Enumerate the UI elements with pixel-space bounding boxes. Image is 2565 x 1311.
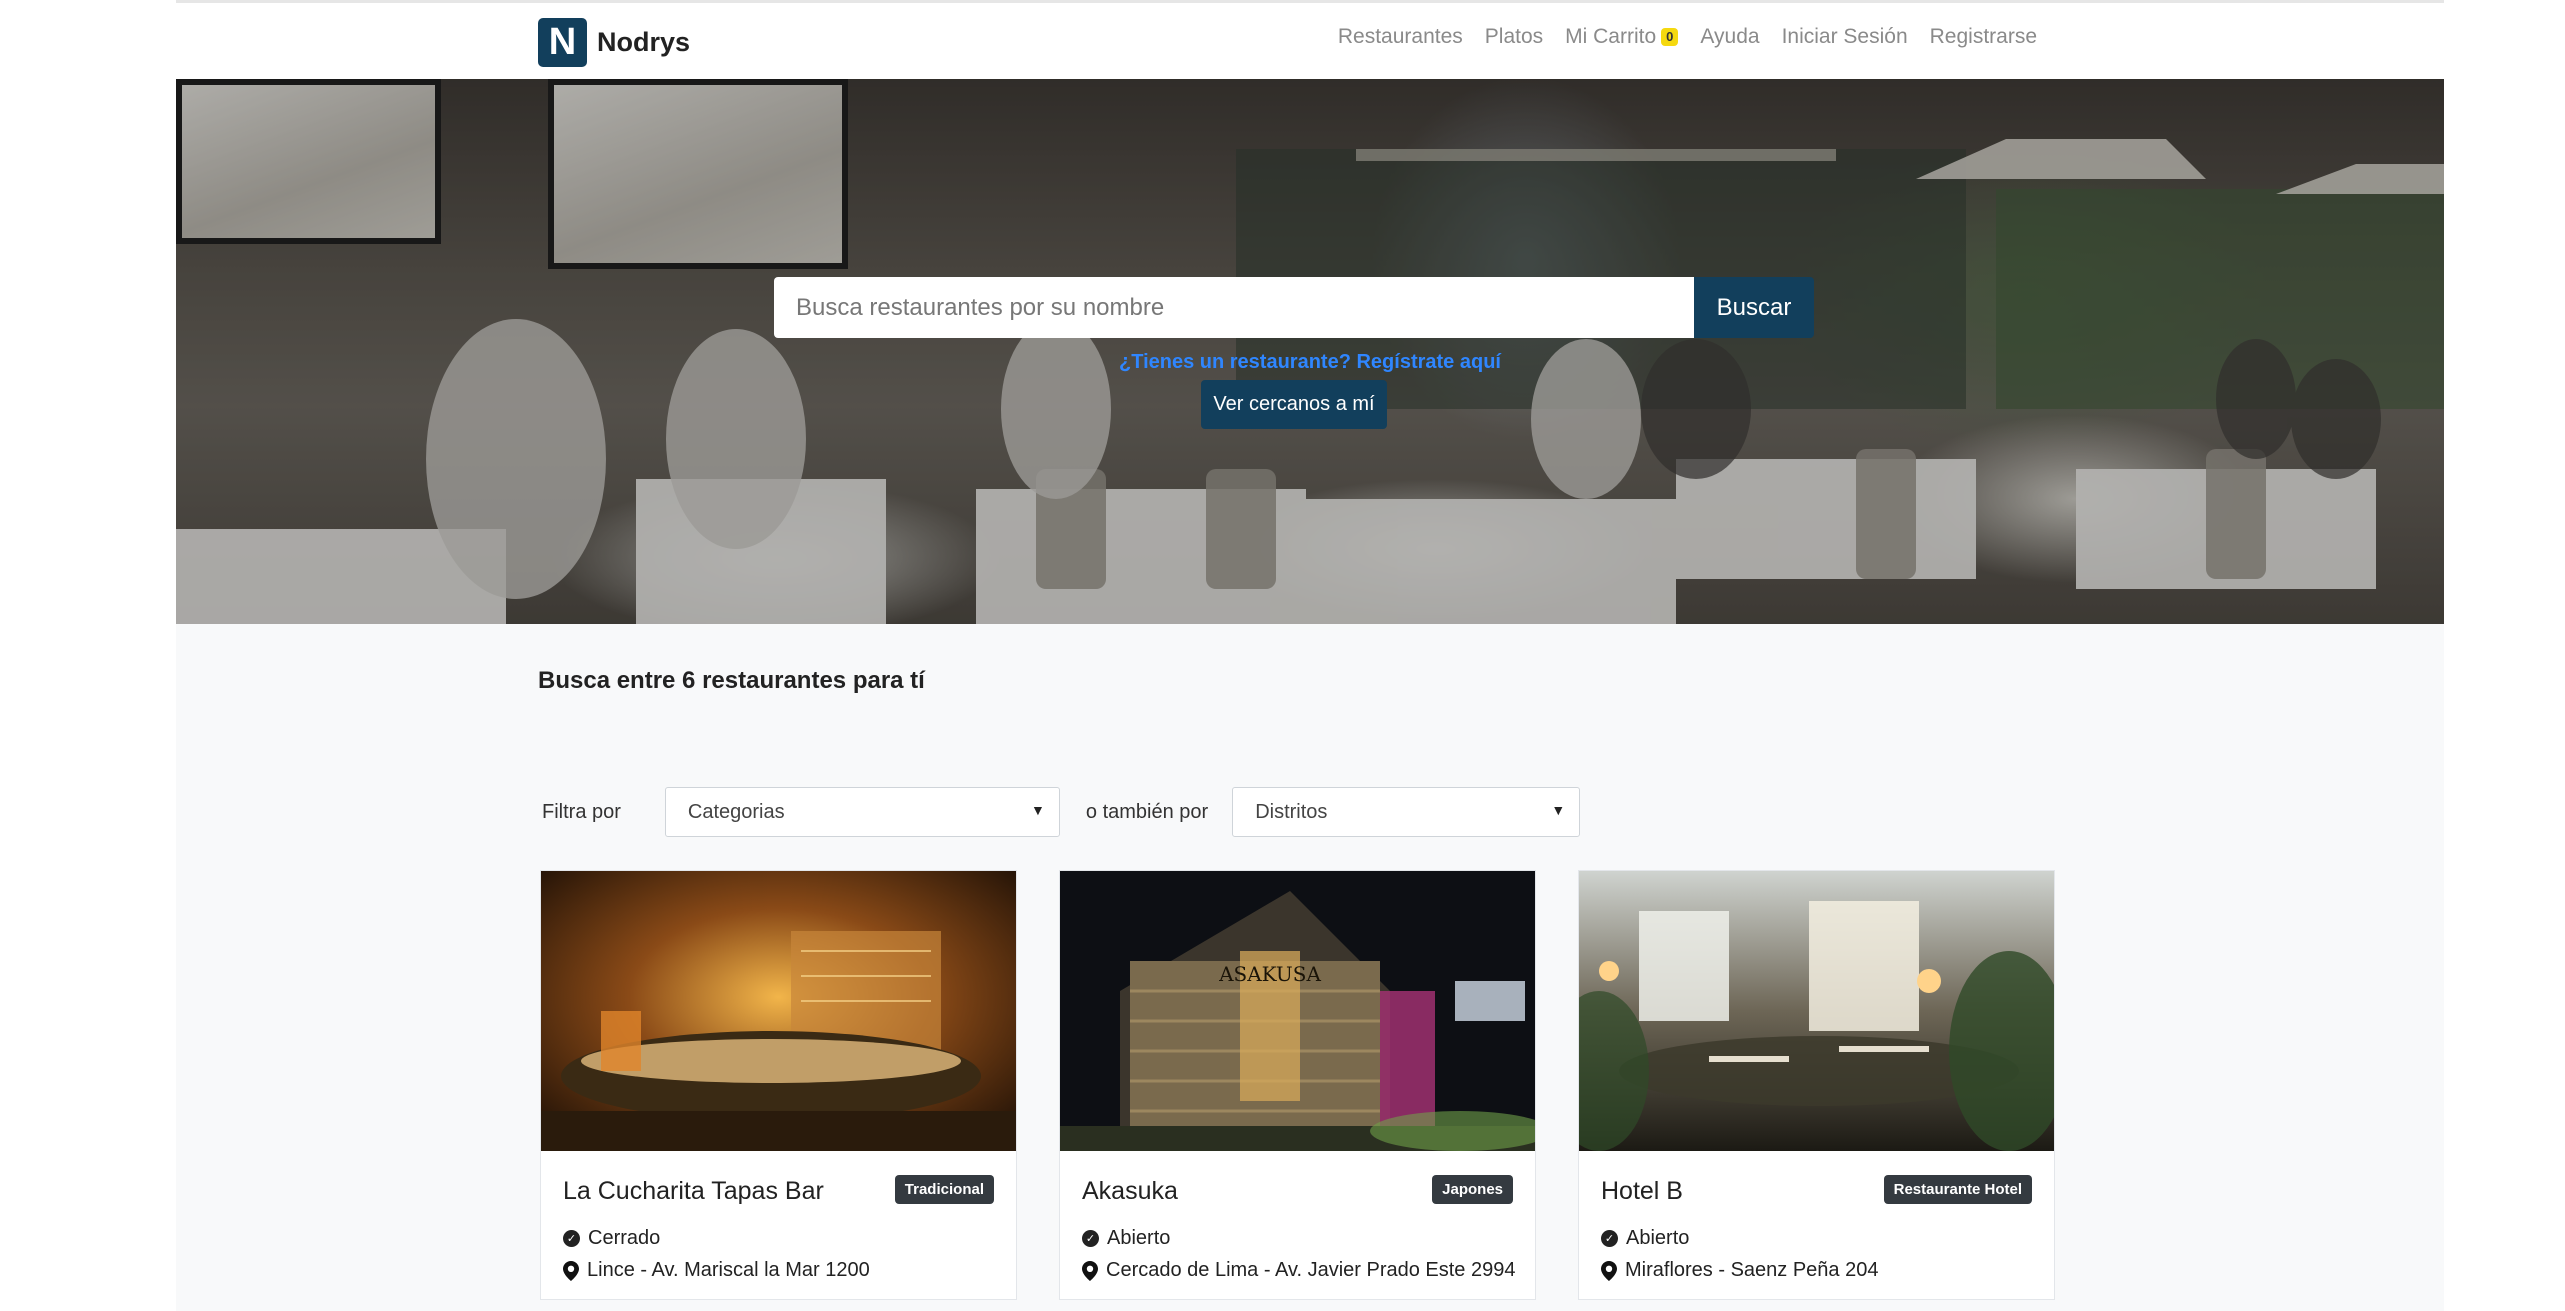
search-button[interactable]: Buscar: [1694, 277, 1814, 338]
sign-text: ASAKUSA: [1218, 962, 1321, 986]
category-badge: Tradicional: [894, 1175, 994, 1204]
category-badge: Restaurante Hotel: [1883, 1175, 2032, 1204]
filter-label-secondary: o también por: [1085, 800, 1209, 823]
status-line: ✓ Abierto: [1082, 1227, 1170, 1250]
nav-link-platos[interactable]: Platos: [1485, 25, 1543, 49]
restaurant-search-input[interactable]: [774, 277, 1694, 338]
nav-link-ayuda[interactable]: Ayuda: [1700, 25, 1759, 49]
restaurant-name[interactable]: Hotel B: [1601, 1177, 1683, 1206]
restaurant-card[interactable]: La Cucharita Tapas Bar Tradicional ✓ Cer…: [540, 870, 1017, 1300]
chevron-down-icon: ▼: [1031, 802, 1045, 818]
chevron-down-icon: ▼: [1551, 802, 1566, 818]
nav-link-mi-carrito-label: Mi Carrito: [1565, 25, 1657, 48]
restaurant-photo-art: [541, 871, 1016, 1151]
cart-count-badge: 0: [1661, 28, 1679, 46]
address-text: Cercado de Lima - Av. Javier Prado Este …: [1106, 1259, 1516, 1281]
nav-link-iniciar-sesion[interactable]: Iniciar Sesión: [1782, 25, 1908, 49]
check-circle-icon: ✓: [563, 1230, 580, 1247]
category-select[interactable]: Categorias ▼: [664, 787, 1060, 837]
check-circle-icon: ✓: [1082, 1230, 1099, 1247]
near-me-button[interactable]: Ver cercanos a mí: [1201, 380, 1387, 429]
section-title: Busca entre 6 restaurantes para tí: [538, 667, 925, 694]
hero-banner: Buscar ¿Tienes un restaurante? Regístrat…: [176, 79, 2444, 624]
brand-logo[interactable]: N: [538, 17, 587, 67]
open-status-text: Abierto: [1626, 1227, 1690, 1249]
address-line: Cercado de Lima - Av. Javier Prado Este …: [1082, 1259, 1515, 1282]
nav-link-restaurantes[interactable]: Restaurantes: [1338, 25, 1463, 49]
restaurant-name[interactable]: La Cucharita Tapas Bar: [563, 1177, 824, 1206]
restaurant-photo[interactable]: [1579, 871, 2054, 1151]
brand[interactable]: N Nodrys: [538, 17, 690, 67]
restaurant-name[interactable]: Akasuka: [1082, 1177, 1178, 1206]
nav-link-registrarse[interactable]: Registrarse: [1930, 25, 2037, 49]
restaurant-photo[interactable]: ASAKUSA: [1060, 871, 1535, 1151]
status-line: ✓ Abierto: [1601, 1227, 1689, 1250]
brand-name[interactable]: Nodrys: [597, 27, 690, 58]
category-badge: Japones: [1432, 1175, 1513, 1204]
filter-row: Filtra por Categorias ▼ o también por Di…: [542, 787, 1581, 837]
location-pin-icon: [563, 1260, 579, 1281]
category-select-value: Categorias: [687, 800, 785, 823]
restaurant-photo-art: ASAKUSA: [1060, 871, 1535, 1151]
location-pin-icon: [1601, 1260, 1617, 1281]
filter-label-primary: Filtra por: [542, 800, 621, 823]
address-text: Lince - Av. Mariscal la Mar 1200: [587, 1259, 870, 1281]
restaurant-card[interactable]: ASAKUSA Akasuka Japones ✓ Abierto Cercad…: [1059, 870, 1536, 1300]
page-viewport: N Nodrys Restaurantes Platos Mi Carrito …: [176, 0, 2444, 1311]
status-line: ✓ Cerrado: [563, 1227, 660, 1250]
nav-link-mi-carrito[interactable]: Mi Carrito 0: [1565, 25, 1679, 49]
address-line: Lince - Av. Mariscal la Mar 1200: [563, 1259, 870, 1282]
open-status-text: Abierto: [1107, 1227, 1171, 1249]
nav-links: Restaurantes Platos Mi Carrito 0 Ayuda I…: [1338, 25, 2037, 49]
address-line: Miraflores - Saenz Peña 204: [1601, 1259, 1878, 1282]
address-text: Miraflores - Saenz Peña 204: [1625, 1259, 1879, 1281]
restaurant-search-bar: Busca r: [774, 277, 1814, 338]
location-pin-icon: [1082, 1260, 1098, 1281]
check-circle-icon: ✓: [1601, 1230, 1618, 1247]
open-status-text: Cerrado: [588, 1227, 661, 1249]
restaurant-photo[interactable]: [541, 871, 1016, 1151]
restaurant-photo-art: [1579, 871, 2054, 1151]
district-select[interactable]: Distritos ▼: [1232, 787, 1581, 837]
restaurant-listing-section: Busca entre 6 restaurantes para tí Filtr…: [176, 624, 2444, 1311]
top-navbar: N Nodrys Restaurantes Platos Mi Carrito …: [176, 3, 2444, 79]
restaurant-card[interactable]: Hotel B Restaurante Hotel ✓ Abierto Mira…: [1578, 870, 2055, 1300]
register-restaurant-link[interactable]: ¿Tienes un restaurante? Regístrate aquí: [176, 351, 2444, 374]
district-select-value: Distritos: [1255, 800, 1328, 823]
